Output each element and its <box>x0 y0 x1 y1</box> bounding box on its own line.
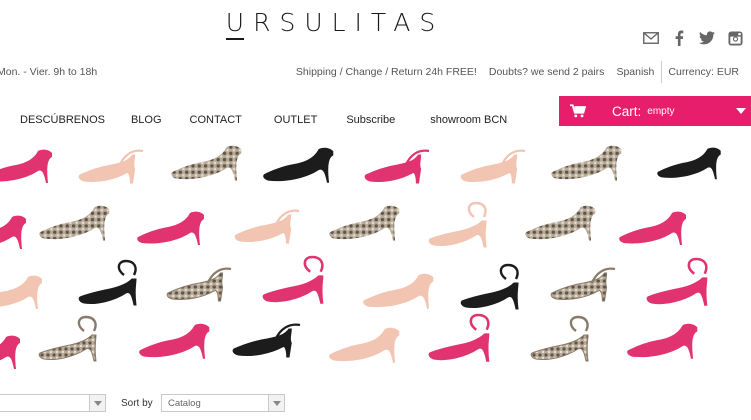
language-switch[interactable]: Spanish <box>610 66 661 83</box>
logo-u: U <box>225 8 254 40</box>
chevron-down-icon <box>736 108 746 114</box>
instagram-icon[interactable] <box>727 30 743 46</box>
info-links: Shipping / Change / Return 24h FREE! Dou… <box>290 61 745 83</box>
cart-button[interactable]: Cart: empty <box>559 96 751 126</box>
shipping-link[interactable]: Shipping / Change / Return 24h FREE! <box>290 66 483 83</box>
nav-item-subscribe[interactable]: Subscribe <box>346 114 395 126</box>
social-links <box>643 30 743 46</box>
cart-status: empty <box>647 105 675 117</box>
nav-item-outlet[interactable]: OUTLET <box>274 114 317 126</box>
chevron-down-icon <box>268 395 284 411</box>
nav-item-blog[interactable]: BLOG <box>131 114 162 126</box>
nav-item-showroom[interactable]: showroom BCN <box>430 114 507 126</box>
nav-item-contact[interactable]: CONTACT <box>190 114 242 126</box>
logo-rest: RSULITAS <box>253 8 445 37</box>
shoe-row-3 <box>0 255 709 311</box>
chevron-down-icon <box>89 395 105 411</box>
category-select[interactable] <box>0 394 106 412</box>
info-bar: Mon. - Vier. 9h to 18h Shipping / Change… <box>0 61 751 83</box>
filter-bar: Sort by Catalog <box>0 392 751 414</box>
facebook-icon[interactable] <box>671 30 687 46</box>
cart-icon <box>570 104 586 118</box>
shoe-collage <box>0 145 721 369</box>
currency-switch[interactable]: Currency: EUR <box>662 66 745 83</box>
shoe-row-4 <box>0 313 698 369</box>
cart-label: Cart: <box>612 103 642 119</box>
brand-logo[interactable]: URSULITAS <box>0 8 670 40</box>
main-nav: DESCÚBRENOS BLOG CONTACT OUTLET Subscrib… <box>20 114 507 126</box>
sort-select[interactable]: Catalog <box>161 394 285 412</box>
shoe-row-2 <box>0 201 686 249</box>
shoe-row-1 <box>0 145 721 185</box>
mail-icon[interactable] <box>643 30 659 46</box>
nav-item-descubrenos[interactable]: DESCÚBRENOS <box>20 114 105 126</box>
doubts-link[interactable]: Doubts? we send 2 pairs <box>483 66 611 83</box>
sort-label: Sort by <box>121 398 153 409</box>
sort-select-value: Catalog <box>168 398 201 409</box>
opening-hours: Mon. - Vier. 9h to 18h <box>0 66 98 78</box>
product-banner[interactable] <box>0 137 751 374</box>
twitter-icon[interactable] <box>699 30 715 46</box>
